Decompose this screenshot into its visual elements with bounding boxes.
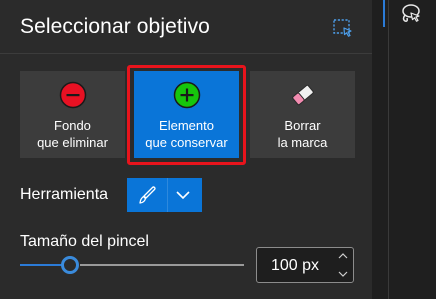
slider-track-filled [20, 264, 62, 266]
selected-mode-outline [127, 65, 246, 165]
app-root: Seleccionar objetivo Fondo que eliminar [0, 0, 436, 299]
panel-header: Seleccionar objetivo [0, 0, 372, 54]
tool-dropdown[interactable] [127, 178, 202, 212]
panel-title: Seleccionar objetivo [20, 15, 210, 38]
brush-icon [139, 186, 156, 204]
slider-thumb[interactable] [61, 256, 79, 274]
dashed-select-icon[interactable] [333, 19, 353, 37]
remove-background-button[interactable]: Fondo que eliminar [20, 71, 125, 158]
erase-label-line1: Borrar [284, 118, 321, 133]
lasso-select-icon[interactable] [398, 2, 422, 26]
chevron-down-icon [176, 191, 190, 200]
spin-up-icon[interactable] [337, 251, 349, 261]
sidebar-divider [388, 0, 389, 299]
select-target-panel: Seleccionar objetivo Fondo que eliminar [0, 0, 372, 299]
slider-track [80, 264, 244, 266]
remove-label-line2: que eliminar [37, 135, 108, 150]
erase-mark-button[interactable]: Borrar la marca [250, 71, 355, 158]
minus-circle-icon [59, 81, 86, 109]
remove-label-line1: Fondo [54, 118, 91, 133]
brush-size-label: Tamaño del pincel [20, 233, 149, 250]
eraser-icon [291, 84, 314, 106]
erase-label-line2: la marca [277, 135, 328, 150]
brush-size-input[interactable]: 100 px [256, 247, 354, 283]
brush-size-value: 100 px [271, 257, 320, 274]
spin-down-icon[interactable] [337, 269, 349, 279]
active-tab-indicator [383, 0, 385, 27]
tool-label: Herramienta [20, 186, 109, 203]
brush-size-slider[interactable] [20, 256, 244, 274]
